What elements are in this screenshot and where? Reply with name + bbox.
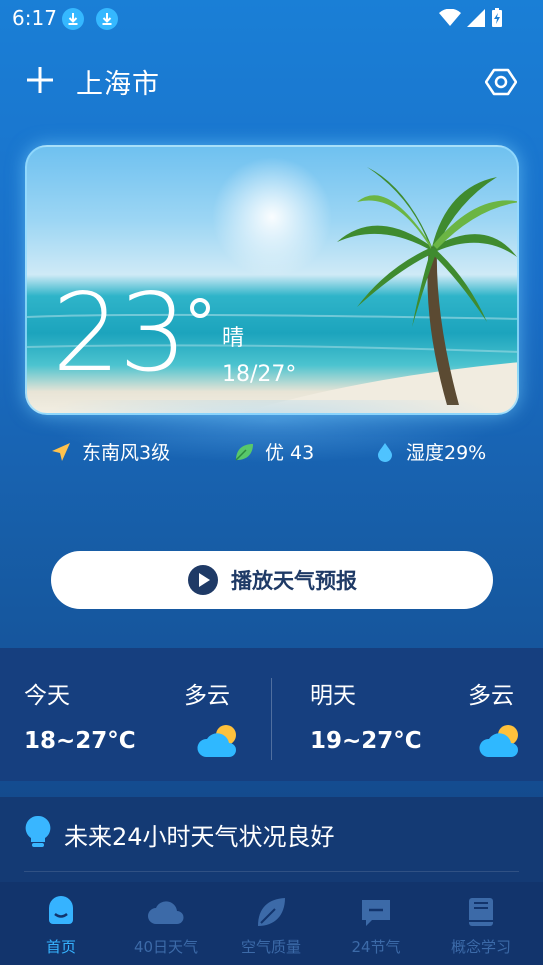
play-forecast-button[interactable]: 播放天气预报 — [51, 551, 493, 609]
tip-text: 未来24小时天气状况良好 — [64, 823, 335, 851]
nav-item-40-day[interactable]: 40日天气 — [116, 894, 216, 957]
download-icon — [96, 8, 118, 30]
degree-symbol — [190, 298, 210, 318]
lightbulb-icon — [25, 815, 51, 847]
forecast-temp: 19~27°C — [310, 728, 422, 754]
play-icon — [188, 565, 218, 595]
air-quality-text: 优 43 — [265, 442, 315, 464]
city-name[interactable]: 上海市 — [76, 62, 160, 101]
status-bar: 6:17 — [0, 0, 543, 38]
signal-icon — [467, 9, 485, 27]
download-icon — [62, 8, 84, 30]
temperature-range: 18/27° — [222, 362, 297, 387]
play-forecast-label: 播放天气预报 — [231, 569, 357, 593]
current-temperature: 23 — [52, 271, 187, 396]
air-quality-stat: 优 43 — [233, 438, 314, 465]
home-icon — [49, 896, 73, 924]
wind-text: 东南风3级 — [82, 442, 171, 464]
status-time: 6:17 — [12, 6, 57, 30]
weather-tip: 未来24小时天气状况良好 — [0, 797, 543, 882]
nav-label: 首页 — [45, 938, 76, 956]
forecast-day: 今天 — [24, 683, 70, 709]
settings-hexagon-icon — [484, 68, 518, 96]
cloud-icon — [148, 901, 184, 924]
wind-stat: 东南风3级 — [50, 438, 170, 465]
leaf-icon — [258, 898, 285, 926]
nav-item-home[interactable]: 首页 — [11, 894, 111, 957]
nav-label: 40日天气 — [133, 938, 199, 956]
forecast-condition: 多云 — [468, 683, 514, 709]
forecast-temp: 18~27°C — [24, 728, 136, 754]
forecast-divider — [271, 678, 272, 760]
partly-cloudy-icon — [197, 725, 236, 757]
wifi-icon — [439, 9, 461, 26]
humidity-stat: 湿度29% — [374, 438, 486, 465]
leaf-icon — [235, 443, 253, 461]
nav-item-concept-learning[interactable]: 概念学习 — [431, 894, 531, 957]
nav-label: 空气质量 — [240, 938, 301, 956]
tip-divider — [24, 871, 519, 872]
chat-icon — [362, 900, 390, 926]
partly-cloudy-icon — [479, 725, 518, 757]
plus-icon — [27, 67, 53, 93]
add-city-button[interactable] — [24, 64, 56, 96]
water-drop-icon — [378, 442, 392, 462]
nav-item-solar-terms[interactable]: 24节气 — [326, 894, 426, 957]
humidity-text: 湿度29% — [406, 442, 487, 464]
forecast-day: 明天 — [310, 683, 356, 709]
book-icon — [469, 898, 493, 926]
current-condition: 晴 — [222, 326, 245, 351]
battery-icon — [492, 8, 502, 27]
nav-label: 概念学习 — [450, 938, 511, 956]
wind-direction-icon — [52, 442, 70, 461]
nav-label: 24节气 — [351, 938, 401, 956]
bottom-nav: 首页 40日天气 空气质量 24节气 概念学习 — [0, 882, 543, 965]
nav-item-air-quality[interactable]: 空气质量 — [221, 894, 321, 957]
forecast-condition: 多云 — [184, 683, 230, 709]
settings-button[interactable] — [484, 66, 518, 98]
forecast-panel: 今天 多云 18~27°C 明天 多云 19~27°C — [0, 648, 543, 781]
